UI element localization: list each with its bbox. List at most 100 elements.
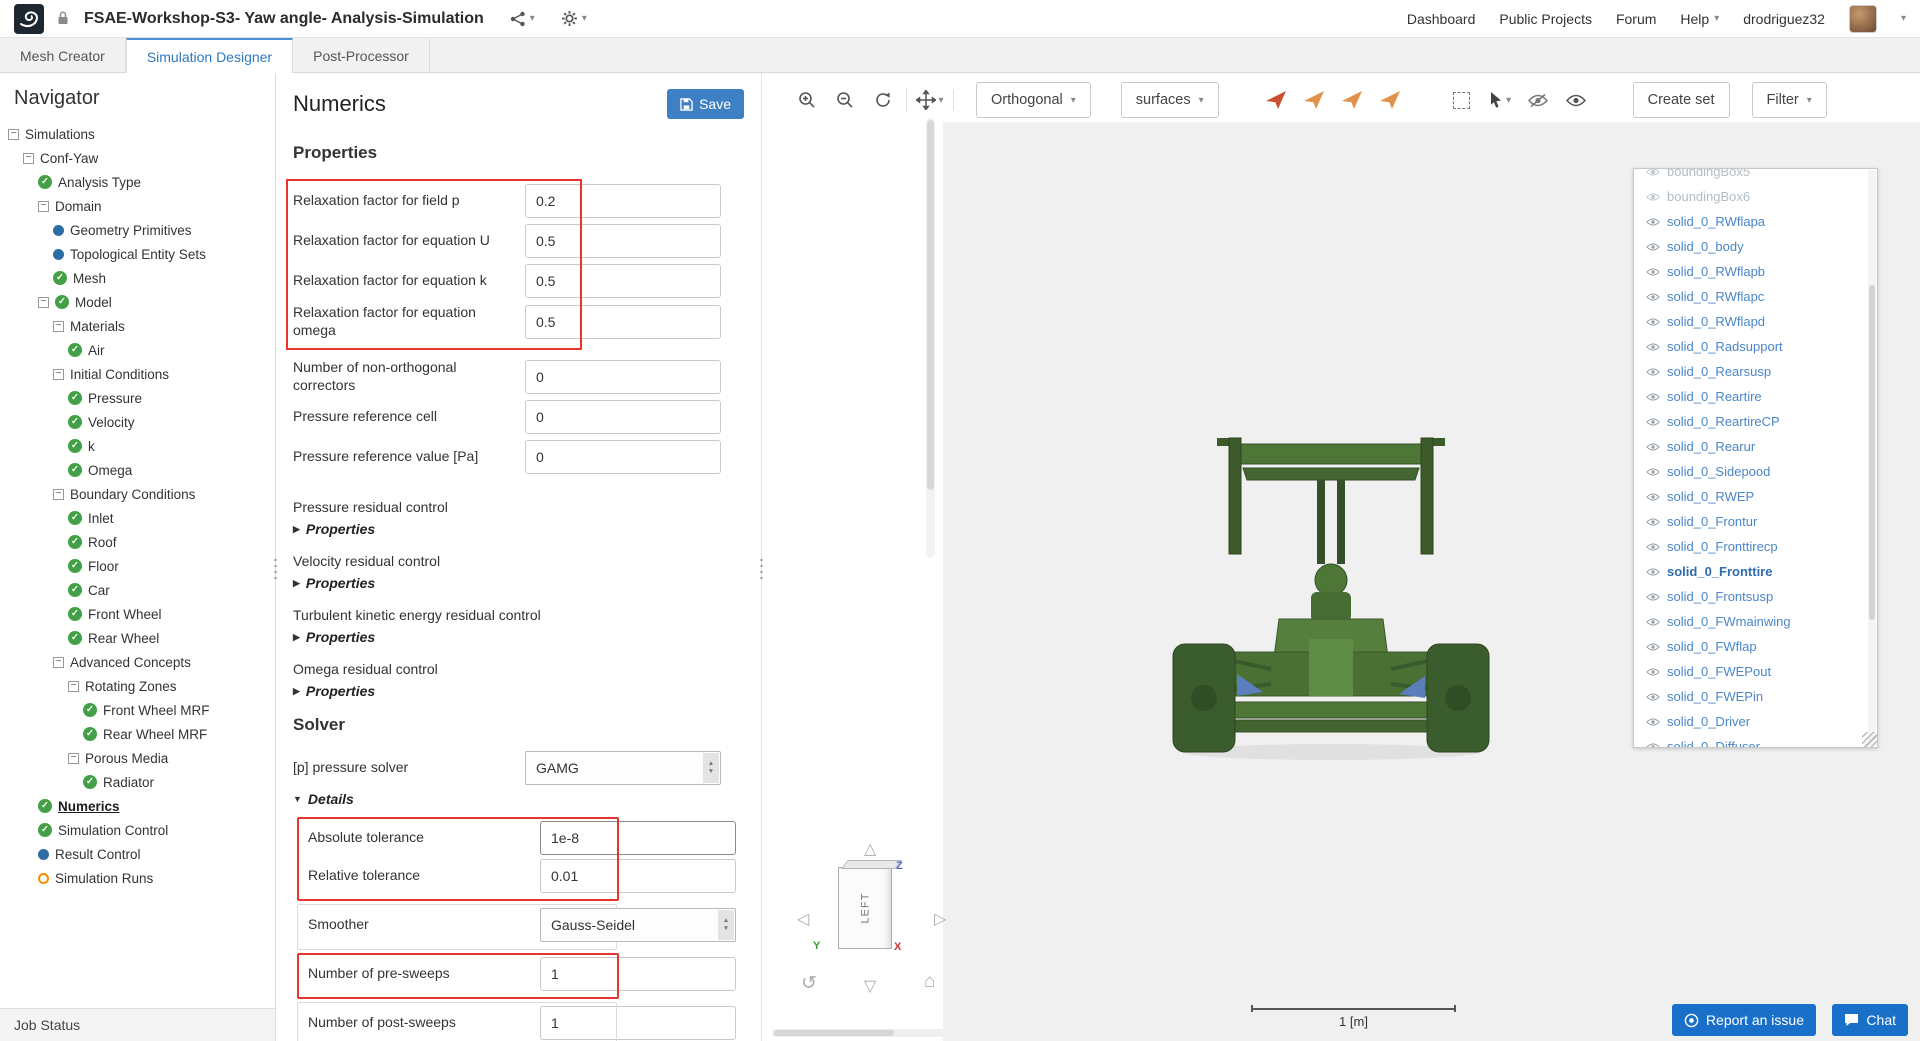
tree-item-front-wheel-mrf[interactable]: ✓ Front Wheel MRF [0, 698, 275, 722]
tree-item-radiator[interactable]: ✓ Radiator [0, 770, 275, 794]
zoom-in-icon[interactable] [792, 85, 822, 115]
solid-item-solid-0-fwmainwing[interactable]: solid_0_FWmainwing [1634, 609, 1877, 634]
tab-mesh-creator[interactable]: Mesh Creator [0, 38, 126, 72]
solid-item-solid-0-radsupport[interactable]: solid_0_Radsupport [1634, 334, 1877, 359]
solid-item-solid-0-fwepout[interactable]: solid_0_FWEPout [1634, 659, 1877, 684]
solid-item-boundingbox6[interactable]: boundingBox6 [1634, 184, 1877, 209]
panel-scrollbar[interactable] [926, 118, 935, 558]
solid-item-solid-0-reartirecp[interactable]: solid_0_ReartireCP [1634, 409, 1877, 434]
pan-icon[interactable]: ▾ [915, 85, 945, 115]
collapse-expander-icon[interactable]: − [8, 128, 19, 140]
visibility-eye-icon[interactable] [1646, 542, 1660, 552]
collapse-expander-icon[interactable]: − [53, 656, 64, 668]
toggle-properties-velocity-residual-control[interactable]: ▶ Properties [293, 575, 744, 591]
solid-item-solid-0-rearur[interactable]: solid_0_Rearur [1634, 434, 1877, 459]
nav-link-public-projects[interactable]: Public Projects [1499, 11, 1592, 27]
nav-link-dashboard[interactable]: Dashboard [1407, 11, 1476, 27]
visibility-eye-icon[interactable] [1646, 217, 1660, 227]
tree-item-rotating-zones[interactable]: − Rotating Zones [0, 674, 275, 698]
visibility-eye-icon[interactable] [1646, 517, 1660, 527]
tree-item-domain[interactable]: − Domain [0, 194, 275, 218]
tree-item-inlet[interactable]: ✓ Inlet [0, 506, 275, 530]
visibility-eye-icon[interactable] [1646, 192, 1660, 202]
avatar[interactable] [1848, 4, 1877, 33]
input-absolute-tolerance[interactable] [540, 821, 736, 855]
view-cube[interactable]: LEFT [838, 867, 892, 949]
rotate-right-arrow-icon[interactable]: ▷ [934, 909, 946, 929]
tab-post-processor[interactable]: Post-Processor [293, 38, 430, 72]
visibility-eye-icon[interactable] [1646, 492, 1660, 502]
user-menu-chevron-icon[interactable]: ▾ [1901, 13, 1906, 24]
input-relaxation-factor-for-equation-omega[interactable] [525, 304, 721, 339]
input-number-of-non-orthogonal-correctors[interactable] [525, 359, 721, 394]
visibility-eye-icon[interactable] [1646, 317, 1660, 327]
visibility-eye-icon[interactable] [1646, 742, 1660, 747]
tree-item-omega[interactable]: ✓ Omega [0, 458, 275, 482]
visibility-eye-icon[interactable] [1646, 692, 1660, 702]
visibility-eye-icon[interactable] [1646, 717, 1660, 727]
input-pressure-reference-value-pa[interactable] [525, 440, 721, 474]
solid-item-solid-0-fwflap[interactable]: solid_0_FWflap [1634, 634, 1877, 659]
navigator-splitter-handle[interactable] [273, 557, 278, 583]
roll-view-icon[interactable]: ↺ [801, 972, 817, 995]
tree-item-topological-entity-sets[interactable]: Topological Entity Sets [0, 242, 275, 266]
solid-item-solid-0-fronttire[interactable]: solid_0_Fronttire [1634, 559, 1877, 584]
orthogonal-dropdown[interactable]: Orthogonal ▾ [976, 82, 1091, 118]
collapse-expander-icon[interactable]: − [68, 680, 79, 692]
select-smoother[interactable]: Gauss-Seidel ▲ ▼ [540, 908, 736, 942]
tree-item-rear-wheel[interactable]: ✓ Rear Wheel [0, 626, 275, 650]
tree-item-simulation-runs[interactable]: Simulation Runs [0, 866, 275, 890]
collapse-expander-icon[interactable]: − [38, 200, 49, 212]
marquee-select-icon[interactable] [1447, 85, 1477, 115]
collapse-expander-icon[interactable]: − [23, 152, 34, 164]
solid-item-solid-0-rwflapa[interactable]: solid_0_RWflapa [1634, 209, 1877, 234]
home-view-icon[interactable]: ⌂ [924, 971, 935, 993]
input-relaxation-factor-for-equation-u[interactable] [525, 224, 721, 258]
canvas-3d[interactable]: boundingBox5 boundingBox6 solid_0_RWflapa s… [943, 122, 1920, 1041]
solid-item-solid-0-rwflapb[interactable]: solid_0_RWflapb [1634, 259, 1877, 284]
tree-item-result-control[interactable]: Result Control [0, 842, 275, 866]
tree-item-analysis-type[interactable]: ✓ Analysis Type [0, 170, 275, 194]
visibility-eye-icon[interactable] [1646, 467, 1660, 477]
tree-item-velocity[interactable]: ✓ Velocity [0, 410, 275, 434]
tree-item-simulation-control[interactable]: ✓ Simulation Control [0, 818, 275, 842]
toggle-details[interactable]: ▼ Details [293, 791, 744, 807]
view-plane-orange-3-icon[interactable] [1375, 85, 1405, 115]
create-set-button[interactable]: Create set [1632, 82, 1730, 118]
solid-item-solid-0-rearsusp[interactable]: solid_0_Rearsusp [1634, 359, 1877, 384]
solid-item-solid-0-driver[interactable]: solid_0_Driver [1634, 709, 1877, 734]
toggle-properties-omega-residual-control[interactable]: ▶ Properties [293, 683, 744, 699]
input-number-of-post-sweeps[interactable] [540, 1006, 736, 1040]
settings-button[interactable]: ▾ [561, 10, 587, 27]
visibility-eye-icon[interactable] [1646, 417, 1660, 427]
panel-splitter-handle[interactable] [759, 557, 764, 583]
tree-item-numerics[interactable]: ✓ Numerics [0, 794, 275, 818]
solid-item-solid-0-body[interactable]: solid_0_body [1634, 234, 1877, 259]
rotate-up-arrow-icon[interactable]: △ [864, 839, 876, 859]
tree-item-pressure[interactable]: ✓ Pressure [0, 386, 275, 410]
solid-item-solid-0-frontur[interactable]: solid_0_Frontur [1634, 509, 1877, 534]
surfaces-dropdown[interactable]: surfaces ▾ [1120, 82, 1219, 118]
zoom-out-icon[interactable] [830, 85, 860, 115]
solid-item-solid-0-sidepood[interactable]: solid_0_Sidepood [1634, 459, 1877, 484]
show-icon[interactable] [1561, 85, 1591, 115]
tree-item-air[interactable]: ✓ Air [0, 338, 275, 362]
tree-item-rear-wheel-mrf[interactable]: ✓ Rear Wheel MRF [0, 722, 275, 746]
visibility-eye-icon[interactable] [1646, 592, 1660, 602]
collapse-expander-icon[interactable]: − [53, 368, 64, 380]
tree-item-floor[interactable]: ✓ Floor [0, 554, 275, 578]
tree-item-initial-conditions[interactable]: − Initial Conditions [0, 362, 275, 386]
tree-item-model[interactable]: − ✓ Model [0, 290, 275, 314]
input-pressure-reference-cell[interactable] [525, 400, 721, 434]
report-issue-button[interactable]: Report an issue [1671, 1004, 1816, 1036]
view-plane-orange-2-icon[interactable] [1337, 85, 1367, 115]
tree-item-porous-media[interactable]: − Porous Media [0, 746, 275, 770]
panel-scrollbar-thumb[interactable] [927, 120, 934, 490]
solids-panel-resize-handle[interactable] [1862, 732, 1877, 747]
visibility-eye-icon[interactable] [1646, 442, 1660, 452]
app-logo-icon[interactable] [14, 3, 44, 34]
collapse-expander-icon[interactable]: − [38, 296, 49, 308]
tree-item-front-wheel[interactable]: ✓ Front Wheel [0, 602, 275, 626]
cursor-icon[interactable]: ▾ [1485, 85, 1515, 115]
solid-item-boundingbox5[interactable]: boundingBox5 [1634, 169, 1877, 184]
